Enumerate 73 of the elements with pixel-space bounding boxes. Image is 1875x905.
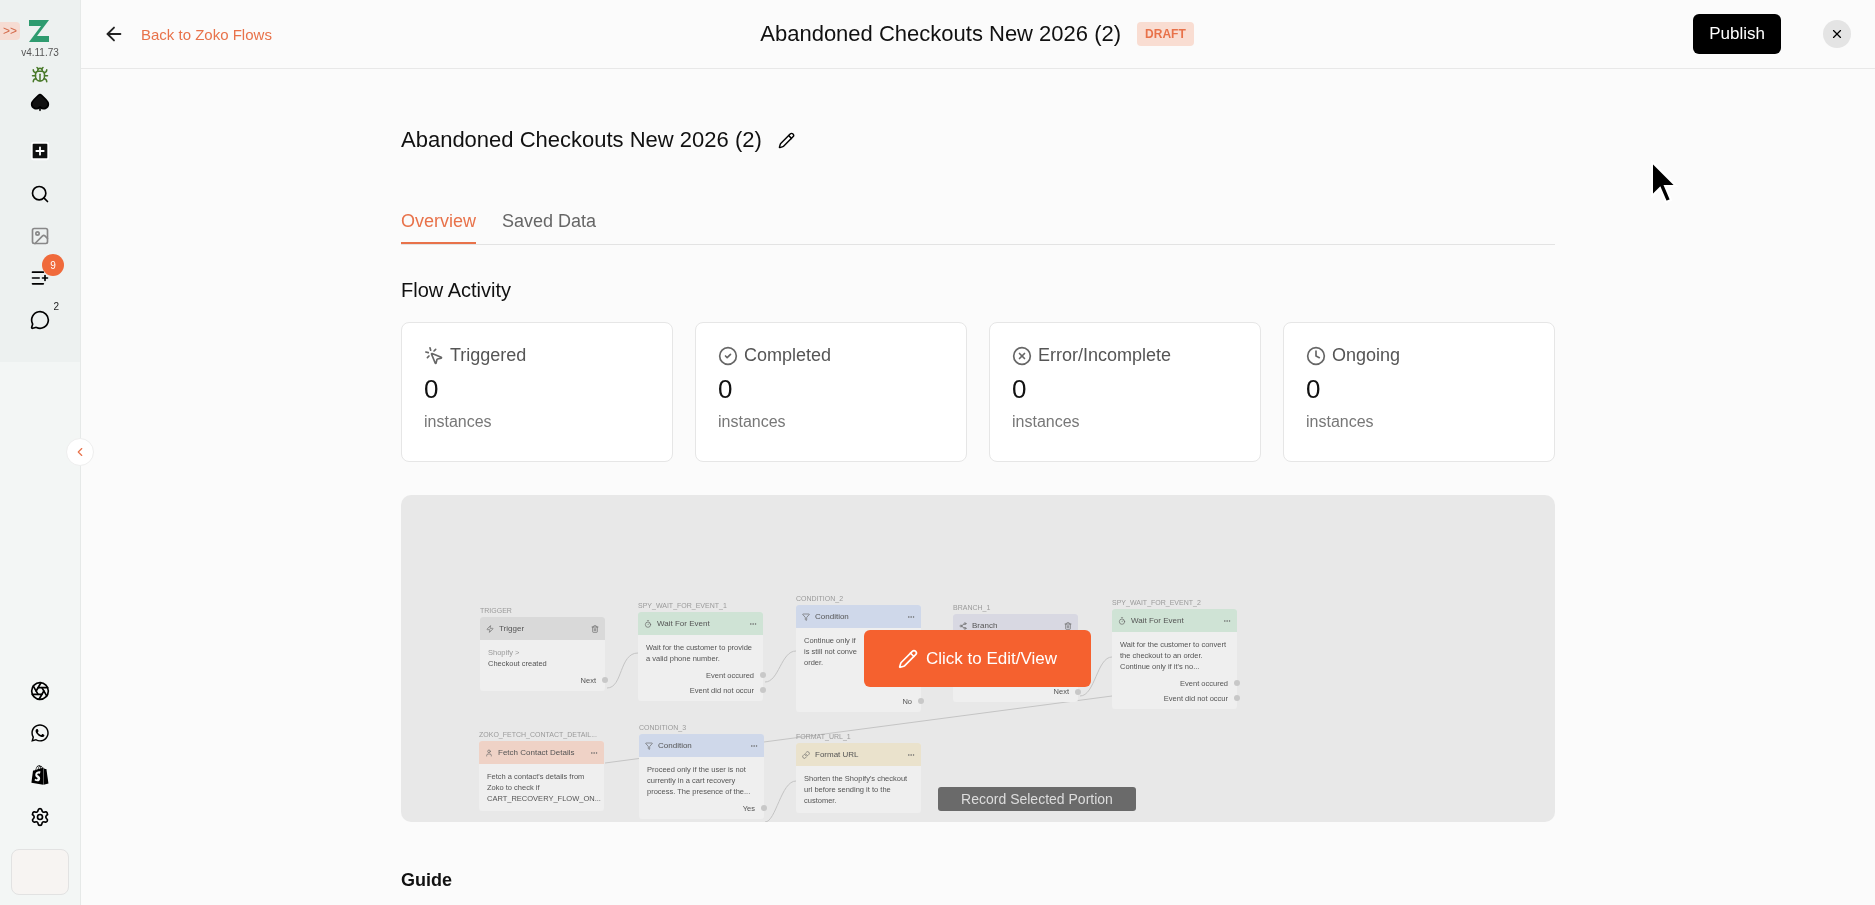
node-title: Wait For Event — [1131, 616, 1185, 625]
stat-unit: instances — [1012, 413, 1081, 431]
stat-label: Triggered — [450, 345, 527, 366]
image-icon[interactable] — [30, 226, 50, 246]
person-icon — [485, 748, 493, 757]
port-dot[interactable] — [1075, 688, 1081, 695]
node-title: Wait For Event — [657, 619, 711, 628]
close-icon — [1830, 27, 1844, 41]
stat-label: Completed — [744, 345, 832, 366]
link-icon — [802, 750, 810, 759]
stat-value: 0 — [718, 374, 734, 405]
settings-icon[interactable] — [30, 807, 50, 827]
collapse-button[interactable] — [66, 438, 94, 466]
port-dot[interactable] — [918, 698, 924, 705]
section-title: Guide — [401, 870, 453, 891]
publish-button[interactable]: Publish — [1693, 14, 1781, 54]
stat-value: 0 — [1012, 374, 1028, 405]
stat-value: 0 — [1306, 374, 1322, 405]
node-title: Branch — [972, 621, 999, 630]
search-icon[interactable] — [30, 184, 50, 204]
whatsapp-icon[interactable] — [30, 723, 50, 743]
port-dot[interactable] — [1234, 680, 1240, 687]
branch-icon — [959, 621, 967, 630]
bug-icon[interactable] — [31, 66, 49, 84]
spade-icon[interactable] — [30, 92, 50, 112]
node-title: Fetch Contact Details — [498, 748, 576, 757]
port-dot[interactable] — [1234, 695, 1240, 702]
connector-line — [764, 780, 797, 822]
aperture-icon[interactable] — [30, 681, 50, 701]
record-button[interactable]: Record Selected Portion — [938, 787, 1136, 811]
page-title: Abandoned Checkouts New 2026 (2) — [760, 21, 1122, 47]
flow-name: Abandoned Checkouts New 2026 (2) — [401, 127, 762, 153]
pointer-icon — [424, 345, 444, 366]
connector-line — [606, 652, 639, 689]
node-title: Trigger — [499, 624, 526, 633]
bolt-icon — [486, 624, 494, 633]
version-label: v4.11.73 — [21, 47, 59, 58]
node-title: Condition — [658, 741, 693, 750]
stat-value: 0 — [424, 374, 440, 405]
stat-label: Ongoing — [1332, 345, 1401, 366]
stat-unit: instances — [718, 413, 787, 431]
timer-icon — [644, 619, 652, 628]
node-title: Format URL — [815, 750, 860, 759]
trash-icon[interactable] — [1064, 621, 1072, 630]
shopify-icon[interactable] — [30, 765, 50, 785]
port-dot[interactable] — [761, 805, 767, 812]
close-button[interactable] — [1823, 20, 1851, 48]
stat-unit: instances — [424, 413, 493, 431]
pencil-icon — [898, 648, 918, 669]
connector-line — [764, 650, 797, 683]
flow-preview[interactable] — [401, 495, 1555, 822]
stat-unit: instances — [1306, 413, 1375, 431]
x-circle-icon — [1012, 345, 1032, 366]
clock-icon — [1306, 345, 1326, 366]
stat-label: Error/Incomplete — [1038, 345, 1172, 366]
check-circle-icon — [718, 345, 738, 366]
add-icon[interactable] — [29, 140, 51, 162]
port-dot[interactable] — [760, 687, 766, 694]
edit-icon[interactable] — [777, 131, 795, 149]
port-dot[interactable] — [602, 677, 608, 684]
section-title: Flow Activity — [401, 279, 513, 302]
node-title: Condition — [815, 612, 850, 621]
filter-icon — [802, 612, 810, 621]
notification-badge: 9 — [42, 254, 64, 276]
chat-icon[interactable] — [30, 310, 50, 330]
trash-icon[interactable] — [591, 624, 599, 633]
status-badge: DRAFT — [1137, 22, 1194, 46]
port-dot[interactable] — [760, 672, 766, 679]
filter-icon — [645, 741, 653, 750]
tab[interactable]: Saved Data — [502, 211, 597, 244]
count-label: 2 — [53, 301, 59, 312]
list-icon[interactable] — [30, 268, 50, 288]
timer-icon — [1118, 616, 1126, 625]
